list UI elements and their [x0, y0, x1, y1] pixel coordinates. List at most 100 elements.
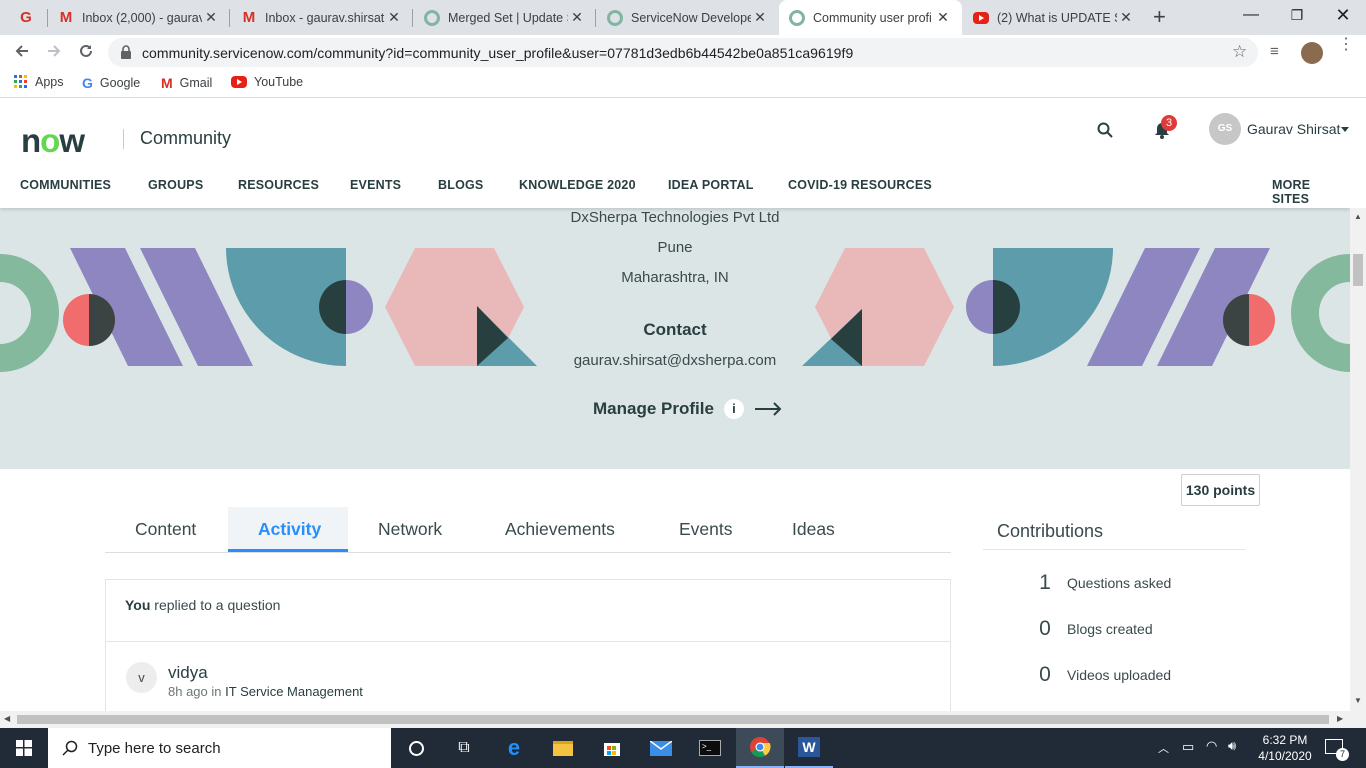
search-icon[interactable]	[1097, 122, 1113, 143]
menu-kebab-icon[interactable]: ⋮	[1338, 37, 1354, 53]
volume-icon[interactable]: 🔊︎	[1228, 738, 1236, 754]
scroll-left-arrow-icon[interactable]: ◀	[4, 714, 10, 723]
bookmark-apps[interactable]: Apps	[14, 75, 64, 89]
taskbar-search-box[interactable]: Type here to search	[48, 728, 391, 768]
servicenow-icon	[424, 9, 440, 26]
tabs-divider	[105, 552, 951, 553]
close-tab-icon[interactable]: ✕	[385, 9, 403, 26]
address-bar[interactable]: community.servicenow.com/community?id=co…	[108, 38, 1258, 67]
horizontal-scroll-thumb[interactable]	[17, 715, 1329, 724]
browser-tab-google[interactable]: G	[8, 0, 48, 35]
start-button[interactable]	[0, 728, 48, 768]
browser-tab-gmail-inbox-2[interactable]: M Inbox - gaurav.shirsat@ ✕	[231, 0, 413, 35]
close-tab-icon[interactable]: ✕	[934, 9, 952, 26]
activity-summary: You replied to a question	[125, 597, 280, 613]
nav-more-sites[interactable]: MORE SITES	[1272, 178, 1350, 206]
microsoft-store-icon[interactable]	[588, 728, 636, 768]
info-icon[interactable]: i	[723, 399, 744, 419]
gmail-icon: M	[161, 75, 173, 91]
scroll-up-arrow-icon[interactable]: ▲	[1354, 212, 1362, 221]
back-button[interactable]	[8, 39, 36, 67]
windows-taskbar: Type here to search ⧉ e >_ W ︿ ▭ ◠ 🔊︎ 6:…	[0, 728, 1366, 768]
nav-communities[interactable]: COMMUNITIES	[20, 178, 111, 192]
activity-category-link[interactable]: IT Service Management	[225, 684, 363, 699]
back-arrow-icon	[15, 45, 28, 57]
close-window-button[interactable]: ✕	[1320, 0, 1366, 32]
browser-tab-gmail-inbox[interactable]: M Inbox (2,000) - gaurav ✕	[48, 0, 230, 35]
tab-achievements[interactable]: Achievements	[505, 519, 615, 540]
bookmark-gmail[interactable]: M Gmail	[161, 75, 212, 91]
contribution-row-questions[interactable]: 1 Questions asked	[1030, 571, 1171, 595]
author-name[interactable]: vidya	[168, 663, 208, 683]
bookmark-google[interactable]: G Google	[82, 75, 140, 91]
contribution-row-blogs[interactable]: 0 Blogs created	[1030, 617, 1152, 641]
wifi-icon[interactable]: ◠	[1206, 738, 1217, 754]
bookmark-youtube[interactable]: YouTube	[231, 75, 303, 89]
site-header: now Community 3 GS Gaurav Shirsat COMMUN…	[0, 103, 1350, 208]
nav-idea-portal[interactable]: IDEA PORTAL	[668, 178, 754, 192]
close-tab-icon[interactable]: ✕	[1117, 9, 1135, 26]
bookmark-star-icon[interactable]: ☆	[1232, 42, 1247, 62]
system-clock[interactable]: 6:32 PM 4/10/2020	[1254, 732, 1316, 764]
browser-tab-servicenow-developer[interactable]: ServiceNow Develope ✕	[597, 0, 779, 35]
horizontal-scrollbar[interactable]: ◀ ▶	[0, 711, 1366, 728]
profile-avatar[interactable]	[1301, 42, 1323, 64]
google-icon: G	[20, 8, 32, 26]
tab-activity[interactable]: Activity	[258, 519, 321, 540]
cortana-icon[interactable]	[392, 728, 440, 768]
nav-blogs[interactable]: BLOGS	[438, 178, 483, 192]
tab-network[interactable]: Network	[378, 519, 442, 540]
user-name[interactable]: Gaurav Shirsat	[1247, 121, 1340, 137]
contribution-row-videos[interactable]: 0 Videos uploaded	[1030, 663, 1171, 687]
nav-events[interactable]: EVENTS	[350, 178, 401, 192]
nav-groups[interactable]: GROUPS	[148, 178, 203, 192]
show-hidden-icons-chevron[interactable]: ︿	[1158, 740, 1169, 756]
browser-tab-youtube[interactable]: (2) What is UPDATE SE ✕	[963, 0, 1145, 35]
tab-ideas[interactable]: Ideas	[792, 519, 835, 540]
media-queue-icon[interactable]: ≡	[1270, 43, 1279, 60]
servicenow-logo[interactable]: now	[21, 122, 85, 160]
forward-arrow-icon	[48, 45, 61, 57]
mail-icon[interactable]	[637, 728, 685, 768]
site-section-title[interactable]: Community	[140, 128, 231, 149]
windows-logo-icon	[16, 740, 32, 756]
command-prompt-icon[interactable]: >_	[686, 728, 734, 768]
nav-resources[interactable]: RESOURCES	[238, 178, 319, 192]
forward-button[interactable]	[40, 39, 68, 67]
close-tab-icon[interactable]: ✕	[751, 9, 769, 26]
tab-events[interactable]: Events	[679, 519, 733, 540]
nav-knowledge-2020[interactable]: KNOWLEDGE 2020	[519, 178, 636, 192]
close-tab-icon[interactable]: ✕	[568, 9, 586, 26]
browser-tab-merged-set[interactable]: Merged Set | Update S ✕	[414, 0, 596, 35]
file-explorer-icon[interactable]	[539, 728, 587, 768]
profile-city: Pune	[657, 239, 693, 256]
user-avatar[interactable]: GS	[1209, 113, 1241, 145]
tab-content[interactable]: Content	[135, 519, 196, 540]
nav-covid-19-resources[interactable]: COVID-19 RESOURCES	[788, 178, 932, 192]
task-view-icon[interactable]: ⧉	[440, 728, 488, 768]
profile-email[interactable]: gaurav.shirsat@dxsherpa.com	[0, 352, 1350, 369]
vertical-scrollbar[interactable]: ▲ ▼	[1350, 208, 1366, 711]
vertical-scroll-thumb[interactable]	[1353, 254, 1363, 286]
restore-button[interactable]: ❐	[1274, 0, 1320, 32]
browser-tab-community-profile[interactable]: Community user profi ✕	[779, 0, 962, 35]
chrome-icon[interactable]	[736, 728, 784, 768]
reload-icon	[80, 44, 92, 57]
close-tab-icon[interactable]: ✕	[202, 9, 220, 26]
new-tab-button[interactable]: +	[1153, 4, 1166, 30]
google-icon: G	[82, 75, 93, 91]
word-icon[interactable]: W	[785, 728, 833, 768]
scroll-down-arrow-icon[interactable]: ▼	[1354, 696, 1362, 705]
author-avatar[interactable]: v	[126, 662, 157, 693]
reload-button[interactable]	[72, 39, 100, 67]
minimize-button[interactable]: —	[1228, 0, 1274, 32]
profile-company: DxSherpa Technologies Pvt Ltd	[570, 209, 780, 226]
scroll-right-arrow-icon[interactable]: ▶	[1337, 714, 1343, 723]
edge-browser-icon[interactable]: e	[490, 728, 538, 768]
bookmark-label: Google	[99, 76, 141, 90]
battery-icon[interactable]: ▭	[1182, 739, 1194, 755]
profile-banner: DxSherpa Technologies Pvt Ltd Pune Mahar…	[0, 208, 1350, 469]
activity-item-card[interactable]: v vidya 8h ago in IT Service Management	[105, 641, 951, 711]
user-menu-caret-icon[interactable]	[1341, 127, 1349, 132]
manage-profile-link[interactable]: Manage Profile i	[593, 399, 782, 419]
